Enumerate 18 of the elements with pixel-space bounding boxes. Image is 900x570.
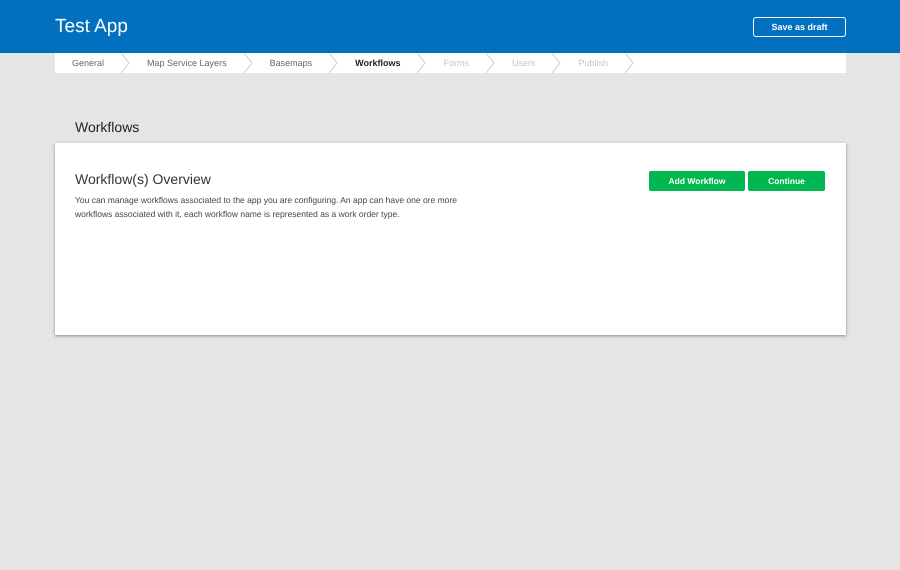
chevron-icon <box>486 53 495 73</box>
chevron-icon <box>121 53 130 73</box>
action-button[interactable]: Add Workflow <box>649 171 745 191</box>
app-title: Test App <box>55 16 128 38</box>
card-description: You can manage workflows associated to the app you are configuring. An app can have one ore more workflows associated with it, each workflow name is represented as a work order type. <box>75 194 458 221</box>
chevron-icon <box>417 53 426 73</box>
chevron-icon <box>552 53 562 73</box>
step-tab[interactable]: Basemaps <box>252 53 338 73</box>
chevron-icon <box>329 53 338 73</box>
section-title: Workflows <box>74 119 140 137</box>
chevron-icon <box>625 53 634 73</box>
card-title: Workflow(s) Overview <box>75 171 212 187</box>
action-button[interactable]: Continue <box>748 171 825 191</box>
save-draft-button[interactable]: Save as draft <box>753 16 846 36</box>
chevron-icon <box>244 53 253 73</box>
step-tab[interactable]: Map Service Layers <box>130 53 253 73</box>
step-tab[interactable]: General <box>55 53 130 73</box>
step-tab[interactable]: Workflows <box>338 53 426 73</box>
